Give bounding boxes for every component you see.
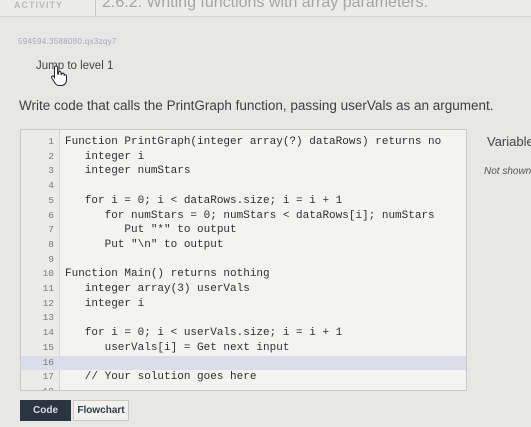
- code-line[interactable]: 15 userVals[i] = Get next input: [21, 341, 466, 356]
- line-number: 17: [42, 371, 54, 383]
- line-number: 10: [42, 268, 54, 280]
- code-line[interactable]: 9: [21, 253, 466, 268]
- activity-label: ACTIVITY: [14, 0, 64, 10]
- header-divider: [95, 0, 96, 16]
- code-text[interactable]: Function PrintGraph(integer array(?) dat…: [65, 135, 441, 150]
- code-line[interactable]: 16: [21, 355, 466, 371]
- code-line[interactable]: 5 for i = 0; i < dataRows.size; i = i + …: [21, 194, 466, 209]
- line-number: 6: [48, 209, 54, 221]
- variables-heading: Variable: [487, 134, 531, 149]
- line-number: 7: [48, 224, 54, 236]
- code-line[interactable]: 10 Function Main() returns nothing: [21, 267, 466, 282]
- code-text[interactable]: integer array(3) userVals: [65, 282, 250, 297]
- code-editor[interactable]: 1 Function PrintGraph(integer array(?) da…: [20, 129, 467, 391]
- line-number: 1: [48, 136, 54, 147]
- code-text[interactable]: for i = 0; i < dataRows.size; i = i + 1: [65, 194, 342, 209]
- code-text[interactable]: for numStars = 0; numStars < dataRows[i]…: [65, 209, 435, 224]
- code-line[interactable]: 11 integer array(3) userVals: [21, 282, 466, 297]
- activity-title: 2.6.2: Writing functions with array para…: [102, 0, 429, 11]
- code-line[interactable]: 6 for numStars = 0; numStars < dataRows[…: [21, 209, 466, 224]
- code-text[interactable]: Function Main() returns nothing: [65, 267, 270, 282]
- code-text[interactable]: integer numStars: [65, 164, 191, 179]
- code-text[interactable]: Put "*" to output: [65, 223, 236, 238]
- variables-note: Not shown: [484, 166, 531, 177]
- code-text[interactable]: integer i: [65, 150, 144, 165]
- line-number: 3: [48, 165, 54, 177]
- code-text[interactable]: // Your solution goes here: [65, 370, 257, 385]
- line-number: 11: [42, 283, 54, 294]
- code-line[interactable]: 14 for i = 0; i < userVals.size; i = i +…: [21, 326, 466, 341]
- line-number: 2: [48, 150, 54, 162]
- tab-code[interactable]: Code: [20, 400, 71, 421]
- code-line[interactable]: 2 integer i: [21, 150, 466, 165]
- line-number: 18: [21, 385, 54, 390]
- code-text[interactable]: for i = 0; i < userVals.size; i = i + 1: [65, 326, 342, 341]
- line-number: 14: [42, 327, 54, 339]
- code-line[interactable]: 1 Function PrintGraph(integer array(?) da…: [21, 135, 466, 150]
- code-line[interactable]: 17 // Your solution goes here: [21, 370, 466, 385]
- line-number: 15: [42, 341, 54, 353]
- code-text[interactable]: userVals[i] = Get next input: [65, 341, 290, 356]
- line-number: 16: [42, 356, 54, 368]
- jump-to-level-link[interactable]: Jump to level 1: [36, 60, 113, 72]
- code-line[interactable]: 13: [21, 311, 466, 326]
- code-line[interactable]: 7 Put "*" to output: [21, 223, 466, 238]
- hand-pointer-icon: [51, 65, 67, 86]
- code-line[interactable]: 3 integer numStars: [21, 164, 466, 179]
- line-number: 12: [42, 297, 54, 309]
- instructions-text: Write code that calls the PrintGraph fun…: [19, 98, 494, 113]
- line-number: 13: [42, 312, 54, 324]
- code-line[interactable]: 18: [21, 385, 466, 390]
- tab-flowchart[interactable]: Flowchart: [73, 400, 129, 421]
- code-line[interactable]: 4: [21, 179, 466, 194]
- line-number: 4: [48, 180, 54, 192]
- code-text[interactable]: integer i: [65, 297, 144, 312]
- top-bar: ACTIVITY 2.6.2: Writing functions with a…: [0, 0, 531, 17]
- activity-id: 594594.3588080.qx3zqy7: [18, 37, 117, 46]
- line-number: 8: [48, 238, 54, 250]
- code-text[interactable]: Put "\n" to output: [65, 238, 224, 253]
- code-line[interactable]: 12 integer i: [21, 297, 466, 312]
- code-line[interactable]: 8 Put "\n" to output: [21, 238, 466, 253]
- line-number: 5: [48, 194, 54, 206]
- line-number: 9: [48, 253, 54, 265]
